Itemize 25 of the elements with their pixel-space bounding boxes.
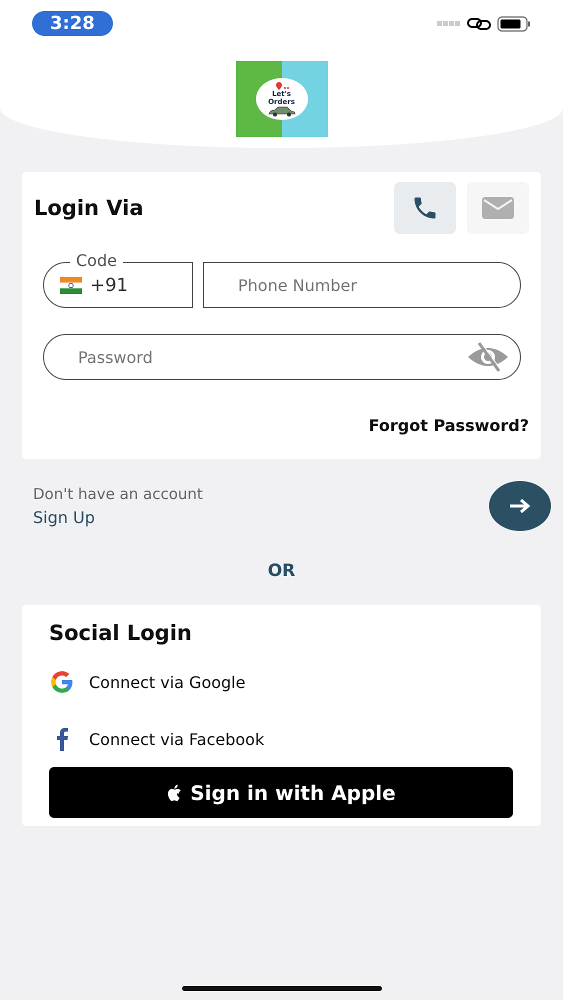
signup-prompt: Don't have an account: [33, 485, 203, 503]
facebook-login-button[interactable]: Connect via Facebook: [49, 720, 264, 758]
battery-icon: [497, 16, 531, 32]
login-title: Login Via: [34, 196, 144, 220]
link-icon: [467, 16, 491, 30]
code-value: +91: [90, 274, 128, 296]
sign-up-link[interactable]: Sign Up: [33, 508, 203, 527]
password-field[interactable]: Password: [43, 334, 521, 380]
social-login-title: Social Login: [49, 621, 192, 645]
phone-number-field[interactable]: Phone Number: [203, 262, 521, 308]
status-time: 3:28: [32, 11, 113, 36]
or-divider-text: OR: [268, 561, 296, 581]
phone-tab[interactable]: [394, 182, 456, 234]
eye-slash-icon: [467, 342, 509, 372]
arrow-right-icon: [509, 499, 531, 513]
envelope-icon: [482, 197, 514, 219]
apple-icon: [166, 784, 182, 802]
signal-icon: [437, 20, 461, 26]
car-icon: [266, 106, 296, 116]
google-login-button[interactable]: Connect via Google: [49, 663, 246, 701]
pin-icon: [274, 82, 288, 90]
flag-icon: [60, 276, 82, 294]
forgot-password-link[interactable]: Forgot Password?: [368, 416, 529, 435]
sign-in-with-apple-button[interactable]: Sign in with Apple: [49, 767, 513, 818]
google-g-icon: [49, 669, 75, 695]
